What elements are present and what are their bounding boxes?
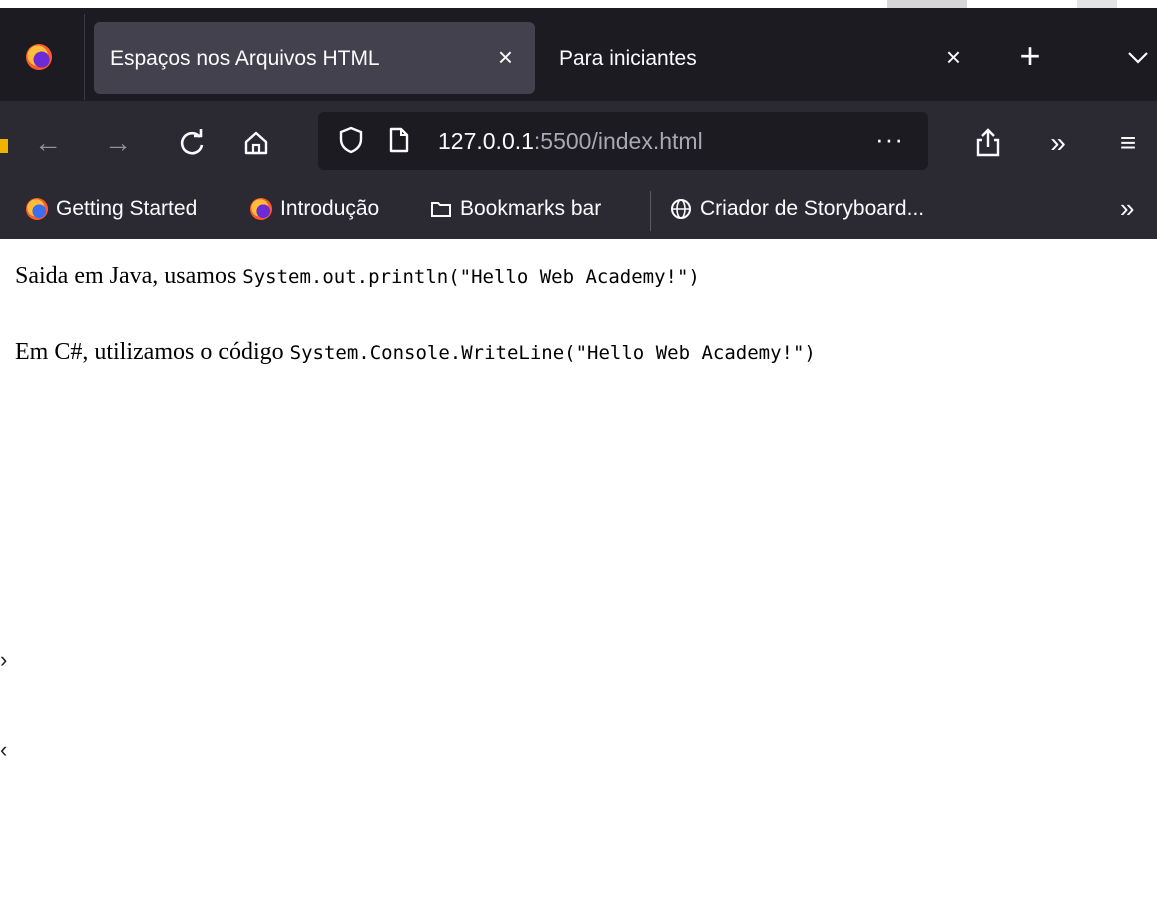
bookmark-label: Bookmarks bar	[460, 197, 602, 220]
firefox-icon	[250, 198, 272, 220]
desktop-edge	[0, 0, 1157, 8]
desktop-edge-glyph: ›	[0, 647, 8, 672]
tab-para-iniciantes[interactable]: Para iniciantes ×	[543, 22, 983, 94]
home-icon	[244, 131, 268, 155]
url-host: 127.0.0.1	[438, 128, 534, 154]
globe-icon	[671, 199, 691, 219]
paragraph-csharp: Em C#, utilizamos o código System.Consol…	[15, 339, 816, 366]
firefox-menu-icon[interactable]	[26, 44, 52, 70]
extensions-overflow-button[interactable]: »	[1040, 125, 1076, 161]
desktop-edge	[0, 139, 8, 153]
forward-button[interactable]: →	[100, 125, 136, 161]
folder-icon	[431, 202, 451, 217]
tab-divider	[84, 14, 85, 100]
reload-button[interactable]	[174, 125, 210, 161]
tab-title: Espaços nos Arquivos HTML	[110, 47, 380, 70]
tab-strip: Espaços nos Arquivos HTML × Para inician…	[0, 0, 1157, 101]
bookmarks-overflow-button[interactable]: »	[1120, 193, 1134, 224]
tab-title: Para iniciantes	[559, 47, 697, 70]
desktop-edge-glyph: ‹	[0, 737, 8, 762]
browser-window: Espaços nos Arquivos HTML × Para inician…	[0, 0, 1157, 909]
navigation-toolbar: ← → 127.0.0.1:5500/index.html ··· » ≡	[0, 101, 1157, 183]
bookmark-getting-started[interactable]: Getting Started	[26, 197, 197, 221]
bookmark-folder-bookmarks-bar[interactable]: Bookmarks bar	[430, 197, 601, 221]
tab-list-button[interactable]	[1120, 38, 1156, 78]
tab-close-icon[interactable]: ×	[946, 42, 961, 73]
bookmarks-toolbar: Getting Started Introdução Bookmarks bar…	[0, 183, 1157, 239]
page-content: Saida em Java, usamos System.out.println…	[0, 239, 1157, 909]
bookmark-label: Getting Started	[56, 197, 198, 220]
url-path: :5500/index.html	[533, 128, 703, 154]
new-tab-button[interactable]: +	[1013, 38, 1047, 78]
paragraph-text: Em C#, utilizamos o código	[15, 339, 290, 365]
desktop-shape	[887, 0, 967, 8]
page-info-icon[interactable]	[388, 127, 410, 153]
tracking-protection-shield-icon[interactable]	[338, 126, 364, 154]
firefox-icon	[26, 198, 48, 220]
app-menu-button[interactable]: ≡	[1110, 125, 1146, 161]
bookmark-introducao[interactable]: Introdução	[250, 197, 379, 221]
bookmark-criador-storyboard[interactable]: Criador de Storyboard...	[670, 197, 924, 221]
reload-icon	[180, 129, 204, 155]
home-button[interactable]	[238, 125, 274, 161]
back-button[interactable]: ←	[30, 125, 66, 161]
tab-espacos-html[interactable]: Espaços nos Arquivos HTML ×	[94, 22, 535, 94]
code-snippet: System.out.println("Hello Web Academy!")	[242, 266, 700, 288]
chevron-down-icon	[1128, 52, 1148, 64]
paragraph-java: Saida em Java, usamos System.out.println…	[15, 263, 700, 290]
bookmarks-separator	[650, 191, 651, 231]
desktop-shape	[1077, 0, 1117, 8]
paragraph-text: Saida em Java, usamos	[15, 263, 243, 289]
code-snippet: System.Console.WriteLine("Hello Web Acad…	[289, 342, 816, 364]
url-text[interactable]: 127.0.0.1:5500/index.html	[438, 128, 703, 155]
url-bar[interactable]: 127.0.0.1:5500/index.html ···	[318, 112, 928, 170]
share-button[interactable]	[970, 125, 1006, 161]
share-icon	[976, 128, 1000, 157]
bookmark-label: Introdução	[280, 197, 380, 220]
bookmark-label: Criador de Storyboard...	[700, 197, 925, 220]
page-actions-button[interactable]: ···	[875, 124, 904, 155]
tab-close-icon[interactable]: ×	[498, 42, 513, 73]
